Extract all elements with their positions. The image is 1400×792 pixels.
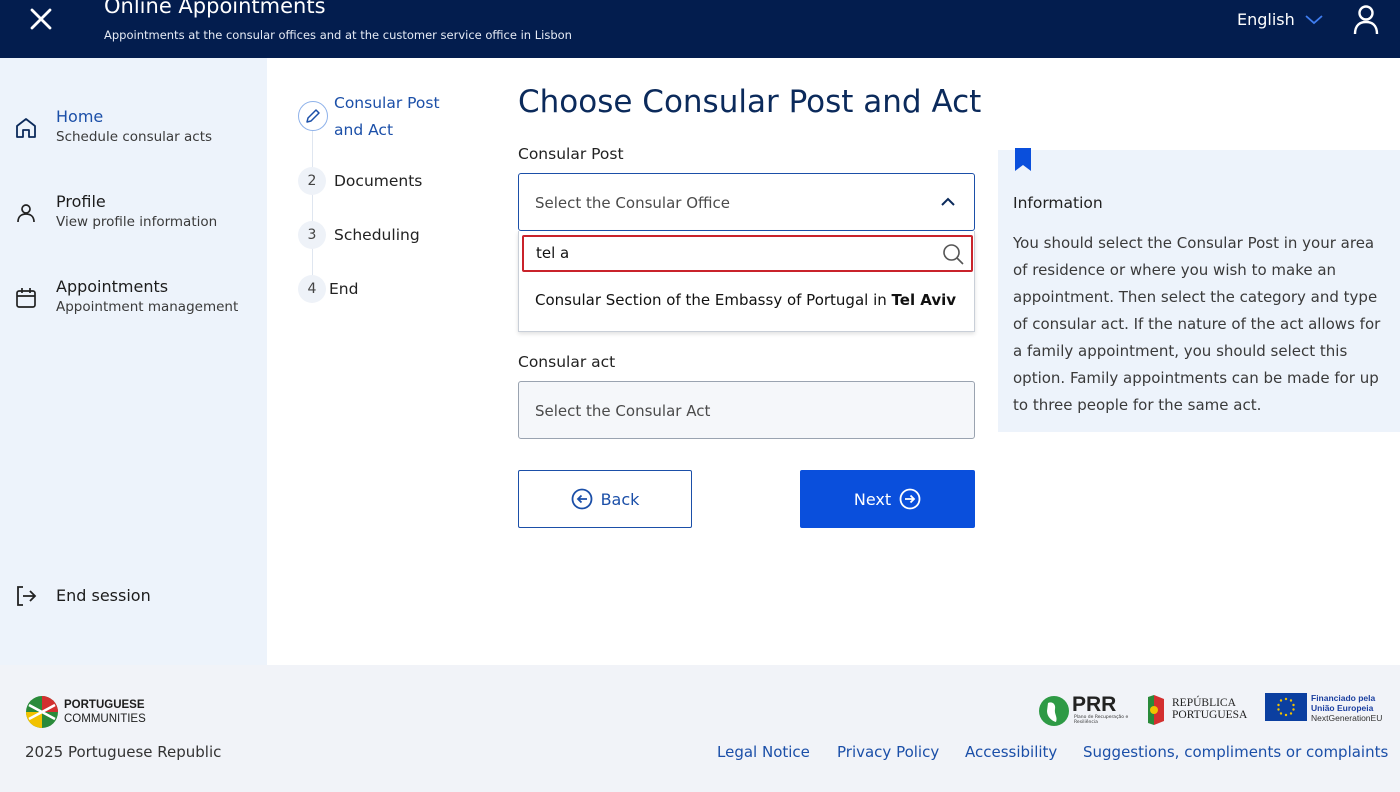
option-match: Tel Aviv <box>891 291 957 309</box>
app-title: Online Appointments <box>104 0 326 18</box>
suggestions-link[interactable]: Suggestions, compliments or complaints <box>1083 743 1388 761</box>
portuguese-communities-brand: PORTUGUESE COMMUNITIES <box>64 699 146 725</box>
information-panel: Information You should select the Consul… <box>998 148 1400 432</box>
step-label: Scheduling <box>334 226 420 244</box>
prr-map-icon <box>1039 696 1069 726</box>
consular-act-placeholder: Select the Consular Act <box>535 402 711 420</box>
sidebar-item-sub: Appointment management <box>56 299 239 315</box>
back-label: Back <box>600 489 640 509</box>
user-account-icon[interactable] <box>1352 3 1380 35</box>
sidebar-item-sub: View profile information <box>56 214 218 230</box>
sidebar-item-sub: Schedule consular acts <box>56 129 213 145</box>
home-icon <box>16 118 36 138</box>
step-number: 4 <box>298 275 326 303</box>
end-session-label: End session <box>56 586 151 605</box>
portugal-flag-icon <box>1148 695 1164 725</box>
sidebar-item-home[interactable]: Home Schedule consular acts <box>0 102 267 162</box>
app-header: Online Appointments Appointments at the … <box>0 0 1400 58</box>
consular-post-dropdown: Consular Section of the Embassy of Portu… <box>518 231 975 332</box>
consular-post-label: Consular Post <box>518 145 624 163</box>
consular-act-select[interactable]: Select the Consular Act <box>518 381 975 439</box>
sidebar-item-profile[interactable]: Profile View profile information <box>0 187 267 247</box>
privacy-policy-link[interactable]: Privacy Policy <box>837 743 939 761</box>
consular-post-placeholder: Select the Consular Office <box>535 194 730 212</box>
app-subtitle: Appointments at the consular offices and… <box>104 28 572 42</box>
consular-act-label: Consular act <box>518 353 616 371</box>
bookmark-icon <box>1015 148 1031 171</box>
chevron-down-icon <box>1305 14 1323 24</box>
step-label: Consular Post <box>334 94 440 112</box>
arrow-right-circle-icon <box>899 488 921 510</box>
sidebar-item-label: Appointments <box>56 277 169 296</box>
step-number: 3 <box>298 221 326 249</box>
arrow-left-circle-icon <box>571 488 592 510</box>
sidebar-item-appointments[interactable]: Appointments Appointment management <box>0 272 267 332</box>
sidebar: Home Schedule consular acts Profile View… <box>0 58 267 665</box>
step-label: End <box>329 280 359 298</box>
portuguese-communities-logo-icon <box>26 696 58 728</box>
dropdown-option-tel-aviv[interactable]: Consular Section of the Embassy of Portu… <box>535 291 956 309</box>
next-label: Next <box>853 489 892 509</box>
language-label: English <box>1237 10 1295 29</box>
language-selector[interactable]: English <box>1237 10 1323 29</box>
edit-pencil-icon <box>298 101 328 131</box>
eu-flag-icon <box>1265 693 1307 721</box>
end-session-button[interactable]: End session <box>0 582 267 612</box>
step-number: 2 <box>298 167 326 195</box>
legal-notice-link[interactable]: Legal Notice <box>717 743 810 761</box>
information-title: Information <box>1013 194 1103 212</box>
copyright: 2025 Portuguese Republic <box>25 743 222 761</box>
footer: PORTUGUESE COMMUNITIES 2025 Portuguese R… <box>0 665 1400 792</box>
person-icon <box>17 204 35 223</box>
page-title: Choose Consular Post and Act <box>518 84 982 120</box>
stepper-line <box>312 131 313 291</box>
search-input[interactable] <box>536 244 936 262</box>
search-icon <box>943 244 964 265</box>
logout-icon <box>17 586 37 606</box>
chevron-up-icon <box>941 197 955 206</box>
next-button[interactable]: Next <box>800 470 975 528</box>
sidebar-item-label: Home <box>56 107 104 126</box>
step-label-line2: and Act <box>334 121 394 139</box>
close-icon[interactable] <box>26 4 56 34</box>
calendar-icon <box>16 288 36 308</box>
option-prefix: Consular Section of the Embassy of Portu… <box>535 291 892 309</box>
consular-post-select[interactable]: Select the Consular Office <box>518 173 975 231</box>
information-text: You should select the Consular Post in y… <box>1013 234 1381 414</box>
back-button[interactable]: Back <box>518 470 692 528</box>
accessibility-link[interactable]: Accessibility <box>965 743 1057 761</box>
step-label: Documents <box>334 172 423 190</box>
consular-post-search[interactable] <box>522 235 973 272</box>
sidebar-item-label: Profile <box>56 192 106 211</box>
